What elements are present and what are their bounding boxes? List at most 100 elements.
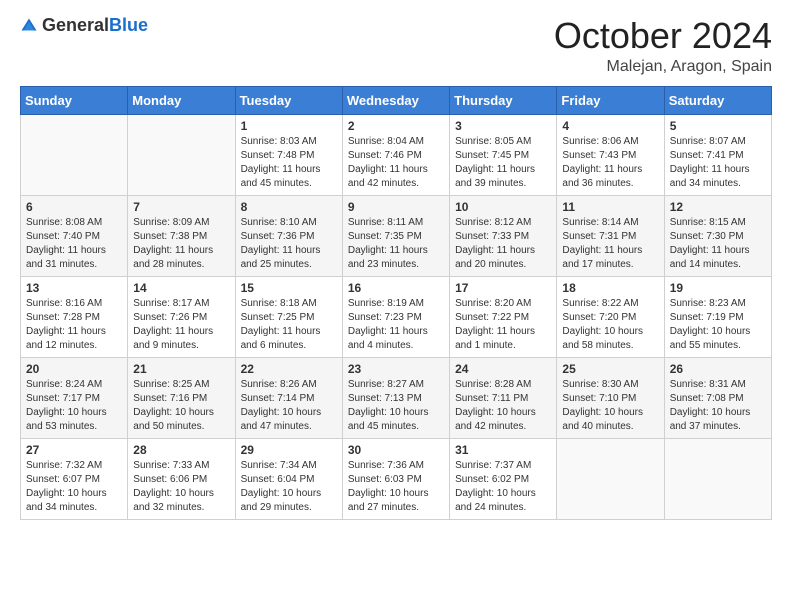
calendar-week-row: 6Sunrise: 8:08 AMSunset: 7:40 PMDaylight…: [21, 195, 772, 276]
day-info: Sunrise: 8:04 AMSunset: 7:46 PMDaylight:…: [348, 136, 428, 189]
table-row: 7Sunrise: 8:09 AMSunset: 7:38 PMDaylight…: [128, 195, 235, 276]
header: GeneralBlue October 2024 Malejan, Aragon…: [20, 16, 772, 76]
header-tuesday: Tuesday: [235, 86, 342, 114]
table-row: [664, 438, 771, 519]
logo-icon: [20, 17, 38, 35]
day-number: 29: [241, 443, 337, 457]
day-info: Sunrise: 8:31 AMSunset: 7:08 PMDaylight:…: [670, 379, 751, 432]
day-number: 27: [26, 443, 122, 457]
table-row: [557, 438, 664, 519]
table-row: 16Sunrise: 8:19 AMSunset: 7:23 PMDayligh…: [342, 276, 449, 357]
logo: GeneralBlue: [20, 16, 148, 36]
day-number: 2: [348, 119, 444, 133]
table-row: 8Sunrise: 8:10 AMSunset: 7:36 PMDaylight…: [235, 195, 342, 276]
header-wednesday: Wednesday: [342, 86, 449, 114]
day-info: Sunrise: 8:03 AMSunset: 7:48 PMDaylight:…: [241, 136, 321, 189]
day-info: Sunrise: 8:22 AMSunset: 7:20 PMDaylight:…: [562, 298, 643, 351]
calendar-week-row: 20 Sunrise: 8:24 AMSunset: 7:17 PMDayligh…: [21, 357, 772, 438]
table-row: 10 Sunrise: 8:12 AMSunset: 7:33 PMDayligh…: [450, 195, 557, 276]
day-number: 24: [455, 362, 551, 376]
day-number: 14: [133, 281, 229, 295]
table-row: 27 Sunrise: 7:32 AMSunset: 6:07 PMDayligh…: [21, 438, 128, 519]
table-row: 18 Sunrise: 8:22 AMSunset: 7:20 PMDayligh…: [557, 276, 664, 357]
calendar-table: Sunday Monday Tuesday Wednesday Thursday…: [20, 86, 772, 520]
day-info: Sunrise: 8:11 AMSunset: 7:35 PMDaylight:…: [348, 217, 428, 270]
table-row: 25 Sunrise: 8:30 AMSunset: 7:10 PMDayligh…: [557, 357, 664, 438]
day-number: 4: [562, 119, 658, 133]
table-row: 9 Sunrise: 8:11 AMSunset: 7:35 PMDaylight…: [342, 195, 449, 276]
day-info: Sunrise: 7:37 AMSunset: 6:02 PMDaylight:…: [455, 460, 536, 513]
day-number: 21: [133, 362, 229, 376]
table-row: 2 Sunrise: 8:04 AMSunset: 7:46 PMDaylight…: [342, 114, 449, 195]
table-row: 3Sunrise: 8:05 AMSunset: 7:45 PMDaylight…: [450, 114, 557, 195]
day-number: 26: [670, 362, 766, 376]
header-friday: Friday: [557, 86, 664, 114]
table-row: 15 Sunrise: 8:18 AMSunset: 7:25 PMDayligh…: [235, 276, 342, 357]
day-info: Sunrise: 8:18 AMSunset: 7:25 PMDaylight:…: [241, 298, 321, 351]
day-number: 9: [348, 200, 444, 214]
header-monday: Monday: [128, 86, 235, 114]
table-row: 1Sunrise: 8:03 AMSunset: 7:48 PMDaylight…: [235, 114, 342, 195]
table-row: [128, 114, 235, 195]
day-number: 11: [562, 200, 658, 214]
table-row: 17Sunrise: 8:20 AMSunset: 7:22 PMDayligh…: [450, 276, 557, 357]
table-row: 13 Sunrise: 8:16 AMSunset: 7:28 PMDayligh…: [21, 276, 128, 357]
table-row: 24 Sunrise: 8:28 AMSunset: 7:11 PMDayligh…: [450, 357, 557, 438]
table-row: 12 Sunrise: 8:15 AMSunset: 7:30 PMDayligh…: [664, 195, 771, 276]
day-number: 6: [26, 200, 122, 214]
day-number: 19: [670, 281, 766, 295]
logo-text-general: General: [42, 15, 109, 35]
day-info: Sunrise: 8:05 AMSunset: 7:45 PMDaylight:…: [455, 136, 535, 189]
day-info: Sunrise: 8:24 AMSunset: 7:17 PMDaylight:…: [26, 379, 107, 432]
day-info: Sunrise: 7:36 AMSunset: 6:03 PMDaylight:…: [348, 460, 429, 513]
header-saturday: Saturday: [664, 86, 771, 114]
table-row: 19Sunrise: 8:23 AMSunset: 7:19 PMDayligh…: [664, 276, 771, 357]
title-location: Malejan, Aragon, Spain: [554, 58, 772, 76]
calendar-week-row: 1Sunrise: 8:03 AMSunset: 7:48 PMDaylight…: [21, 114, 772, 195]
day-info: Sunrise: 7:32 AMSunset: 6:07 PMDaylight:…: [26, 460, 107, 513]
day-number: 12: [670, 200, 766, 214]
day-info: Sunrise: 8:17 AMSunset: 7:26 PMDaylight:…: [133, 298, 213, 351]
day-info: Sunrise: 8:25 AMSunset: 7:16 PMDaylight:…: [133, 379, 214, 432]
day-number: 16: [348, 281, 444, 295]
table-row: 22Sunrise: 8:26 AMSunset: 7:14 PMDayligh…: [235, 357, 342, 438]
table-row: 5Sunrise: 8:07 AMSunset: 7:41 PMDaylight…: [664, 114, 771, 195]
header-sunday: Sunday: [21, 86, 128, 114]
title-month: October 2024: [554, 16, 772, 56]
table-row: 28Sunrise: 7:33 AMSunset: 6:06 PMDayligh…: [128, 438, 235, 519]
day-info: Sunrise: 7:33 AMSunset: 6:06 PMDaylight:…: [133, 460, 214, 513]
day-info: Sunrise: 8:12 AMSunset: 7:33 PMDaylight:…: [455, 217, 535, 270]
table-row: 29 Sunrise: 7:34 AMSunset: 6:04 PMDayligh…: [235, 438, 342, 519]
day-number: 23: [348, 362, 444, 376]
day-info: Sunrise: 8:30 AMSunset: 7:10 PMDaylight:…: [562, 379, 643, 432]
day-info: Sunrise: 8:10 AMSunset: 7:36 PMDaylight:…: [241, 217, 321, 270]
day-info: Sunrise: 8:07 AMSunset: 7:41 PMDaylight:…: [670, 136, 750, 189]
day-info: Sunrise: 8:28 AMSunset: 7:11 PMDaylight:…: [455, 379, 536, 432]
table-row: 4 Sunrise: 8:06 AMSunset: 7:43 PMDaylight…: [557, 114, 664, 195]
day-number: 30: [348, 443, 444, 457]
table-row: [21, 114, 128, 195]
day-info: Sunrise: 8:14 AMSunset: 7:31 PMDaylight:…: [562, 217, 642, 270]
title-block: October 2024 Malejan, Aragon, Spain: [554, 16, 772, 76]
calendar-week-row: 13 Sunrise: 8:16 AMSunset: 7:28 PMDayligh…: [21, 276, 772, 357]
table-row: 30 Sunrise: 7:36 AMSunset: 6:03 PMDayligh…: [342, 438, 449, 519]
table-row: 11 Sunrise: 8:14 AMSunset: 7:31 PMDayligh…: [557, 195, 664, 276]
day-info: Sunrise: 8:16 AMSunset: 7:28 PMDaylight:…: [26, 298, 106, 351]
table-row: 20 Sunrise: 8:24 AMSunset: 7:17 PMDayligh…: [21, 357, 128, 438]
day-number: 10: [455, 200, 551, 214]
day-number: 15: [241, 281, 337, 295]
table-row: 21 Sunrise: 8:25 AMSunset: 7:16 PMDayligh…: [128, 357, 235, 438]
day-info: Sunrise: 8:06 AMSunset: 7:43 PMDaylight:…: [562, 136, 642, 189]
table-row: 31Sunrise: 7:37 AMSunset: 6:02 PMDayligh…: [450, 438, 557, 519]
day-number: 7: [133, 200, 229, 214]
day-info: Sunrise: 8:15 AMSunset: 7:30 PMDaylight:…: [670, 217, 750, 270]
day-number: 25: [562, 362, 658, 376]
day-number: 18: [562, 281, 658, 295]
day-info: Sunrise: 7:34 AMSunset: 6:04 PMDaylight:…: [241, 460, 322, 513]
header-thursday: Thursday: [450, 86, 557, 114]
day-number: 13: [26, 281, 122, 295]
calendar-week-row: 27 Sunrise: 7:32 AMSunset: 6:07 PMDayligh…: [21, 438, 772, 519]
day-number: 20: [26, 362, 122, 376]
table-row: 26 Sunrise: 8:31 AMSunset: 7:08 PMDayligh…: [664, 357, 771, 438]
table-row: 14 Sunrise: 8:17 AMSunset: 7:26 PMDayligh…: [128, 276, 235, 357]
